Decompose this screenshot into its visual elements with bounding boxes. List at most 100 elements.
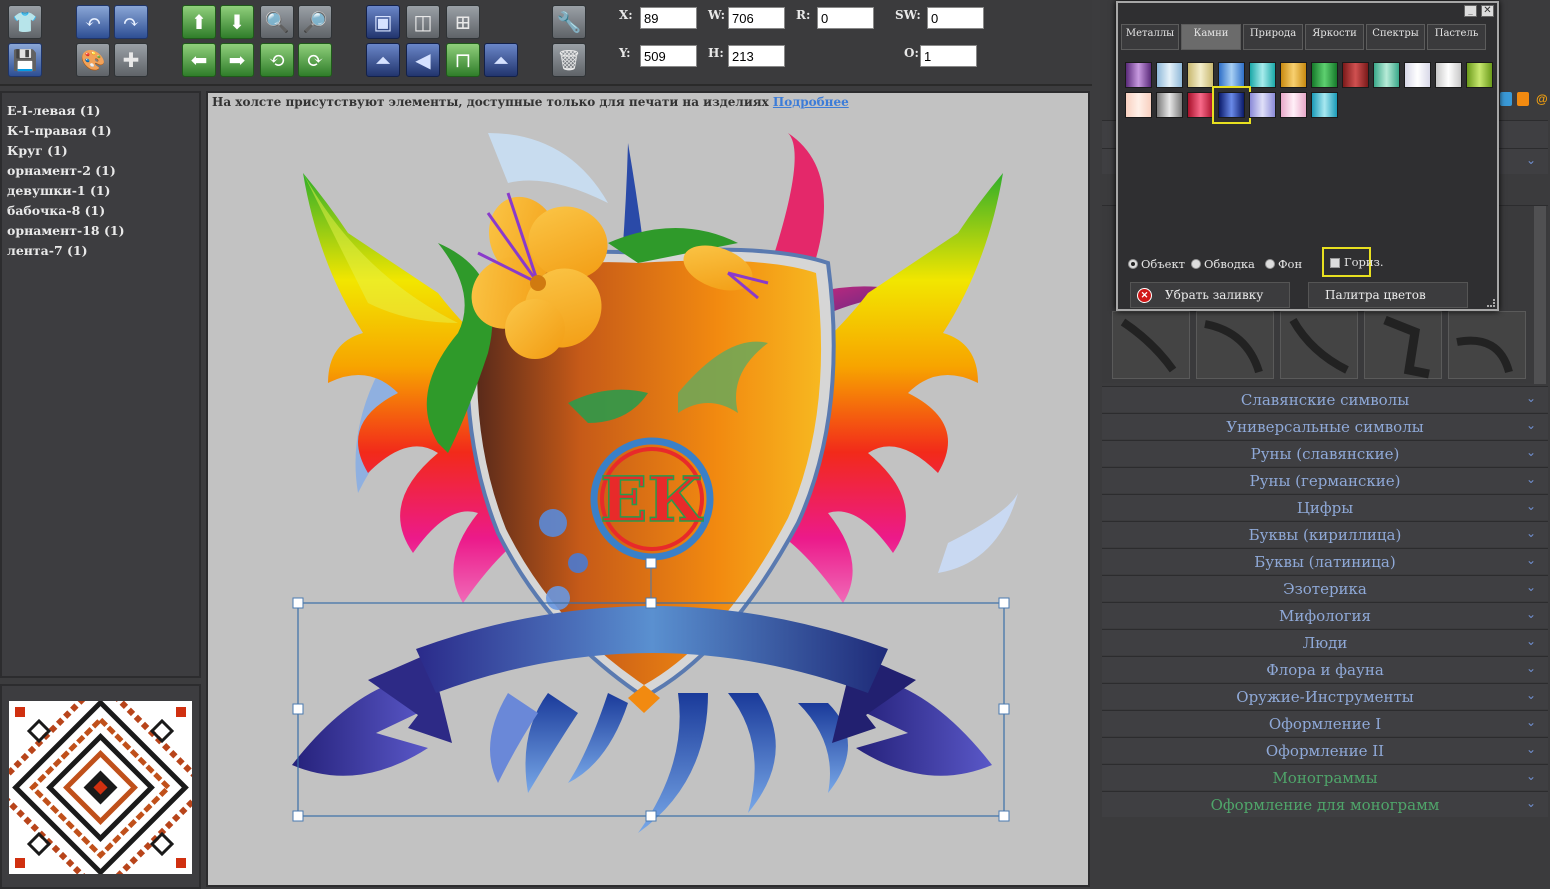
category-item[interactable]: Оформление I ⌄	[1102, 710, 1548, 736]
undo-icon[interactable]: ↶	[76, 5, 110, 39]
color-swatch[interactable]	[1187, 62, 1214, 88]
category-item[interactable]: Цифры ⌄	[1102, 494, 1548, 520]
design-canvas[interactable]: ЕК На холсте присутствуют элементы, дост…	[206, 91, 1090, 887]
layer-item[interactable]: К-I-правая (1)	[6, 121, 195, 141]
tshirt-icon[interactable]: 👕	[8, 5, 42, 39]
design-artwork[interactable]: ЕК	[208, 93, 1088, 885]
resize-handle[interactable]	[645, 810, 657, 822]
palette-icon[interactable]: 🎨	[76, 43, 110, 77]
close-icon[interactable]: ✕	[1481, 5, 1494, 17]
color-swatch[interactable]	[1435, 62, 1462, 88]
bring-forward-icon[interactable]: ▣	[366, 5, 400, 39]
color-swatch[interactable]	[1280, 62, 1307, 88]
resize-handle[interactable]	[292, 597, 304, 609]
distort-icon[interactable]: ⊓	[446, 43, 480, 77]
tools-icon[interactable]: 🔧	[552, 5, 586, 39]
palette-tab[interactable]: Природа	[1243, 24, 1303, 50]
add-element-icon[interactable]: ✚	[114, 43, 148, 77]
at-icon[interactable]: @	[1536, 92, 1548, 106]
color-swatch[interactable]	[1466, 62, 1493, 88]
resize-handle[interactable]	[998, 810, 1010, 822]
category-item[interactable]: Мифология ⌄	[1102, 602, 1548, 628]
rotation-field[interactable]	[817, 7, 874, 29]
social-icon[interactable]	[1500, 92, 1512, 106]
trash-icon[interactable]: 🗑	[552, 43, 586, 77]
ribbon-thumb[interactable]	[1448, 311, 1526, 379]
rotate-left-icon[interactable]: ⟲	[260, 43, 294, 77]
radio-dot[interactable]	[1128, 259, 1138, 269]
category-item[interactable]: Оформление для монограмм ⌄	[1102, 791, 1548, 817]
x-field[interactable]	[640, 7, 697, 29]
color-swatch[interactable]	[1249, 92, 1276, 118]
ribbon-thumb[interactable]	[1112, 311, 1190, 379]
zoom-out-icon[interactable]: 🔎	[298, 5, 332, 39]
rotate-right-icon[interactable]: ⟳	[298, 43, 332, 77]
social-icon[interactable]	[1517, 92, 1529, 106]
color-swatch[interactable]	[1125, 62, 1152, 88]
y-field[interactable]	[640, 45, 697, 67]
rotate-handle[interactable]	[645, 557, 657, 569]
color-swatch[interactable]	[1212, 86, 1251, 124]
fill-target-radio[interactable]: Объект	[1128, 257, 1185, 271]
color-swatch[interactable]	[1156, 92, 1183, 118]
color-swatch[interactable]	[1125, 92, 1152, 118]
category-item[interactable]: Универсальные символы ⌄	[1102, 413, 1548, 439]
redo-icon[interactable]: ↷	[114, 5, 148, 39]
ribbon-thumb[interactable]	[1196, 311, 1274, 379]
scrollbar[interactable]	[1534, 206, 1546, 384]
category-item[interactable]: Люди ⌄	[1102, 629, 1548, 655]
move-down-icon[interactable]: ⬇	[220, 5, 254, 39]
category-item[interactable]: Славянские символы ⌄	[1102, 386, 1548, 412]
category-item[interactable]: Оформление II ⌄	[1102, 737, 1548, 763]
more-info-link[interactable]: Подробнее	[773, 95, 849, 109]
layer-item[interactable]: орнамент-18 (1)	[6, 221, 195, 241]
width-field[interactable]	[728, 7, 785, 29]
move-up-icon[interactable]: ⬆	[182, 5, 216, 39]
resize-handle[interactable]	[998, 597, 1010, 609]
zoom-in-icon[interactable]: 🔍	[260, 5, 294, 39]
category-item[interactable]: Монограммы ⌄	[1102, 764, 1548, 790]
layer-item[interactable]: Круг (1)	[6, 141, 195, 161]
resize-handle[interactable]	[292, 703, 304, 715]
minimize-icon[interactable]: _	[1464, 5, 1477, 17]
palette-tab[interactable]: Яркости	[1305, 24, 1364, 50]
remove-fill-button[interactable]: ✕ Убрать заливку	[1130, 282, 1290, 308]
horizontal-toggle[interactable]: Гориз.	[1322, 247, 1384, 277]
flip-vertical-icon[interactable]: ⏶	[366, 43, 400, 77]
color-swatch[interactable]	[1342, 62, 1369, 88]
layer-item[interactable]: лента-7 (1)	[6, 241, 195, 261]
horizontal-checkbox[interactable]	[1330, 258, 1340, 268]
palette-tab[interactable]: Спектры	[1366, 24, 1425, 50]
radio-dot[interactable]	[1191, 259, 1201, 269]
color-swatch[interactable]	[1404, 62, 1431, 88]
color-swatch[interactable]	[1156, 62, 1183, 88]
color-swatch[interactable]	[1311, 62, 1338, 88]
resize-handle[interactable]	[998, 703, 1010, 715]
layer-item[interactable]: орнамент-2 (1)	[6, 161, 195, 181]
chevron-down-icon[interactable]: ⌄	[1526, 153, 1536, 167]
stroke-width-field[interactable]	[927, 7, 984, 29]
palette-tab[interactable]: Пастель	[1427, 24, 1486, 50]
layer-item[interactable]: Е-I-левая (1)	[6, 101, 195, 121]
category-item[interactable]: Флора и фауна ⌄	[1102, 656, 1548, 682]
resize-handle[interactable]	[645, 597, 657, 609]
color-swatch[interactable]	[1187, 92, 1214, 118]
send-backward-icon[interactable]: ◫	[406, 5, 440, 39]
category-item[interactable]: Буквы (кириллица) ⌄	[1102, 521, 1548, 547]
category-item[interactable]: Эзотерика ⌄	[1102, 575, 1548, 601]
skew-icon[interactable]: ⏶	[484, 43, 518, 77]
palette-tab[interactable]: Металлы	[1121, 24, 1179, 50]
radio-dot[interactable]	[1265, 259, 1275, 269]
color-swatch[interactable]	[1249, 62, 1276, 88]
move-left-icon[interactable]: ⬅	[182, 43, 216, 77]
category-item[interactable]: Буквы (латиница) ⌄	[1102, 548, 1548, 574]
align-center-icon[interactable]: ⊞	[446, 5, 480, 39]
palette-tab[interactable]: Камни	[1181, 24, 1241, 50]
move-right-icon[interactable]: ➡	[220, 43, 254, 77]
fill-target-radio[interactable]: Фон	[1265, 257, 1302, 271]
height-field[interactable]	[728, 45, 785, 67]
ribbon-thumb[interactable]	[1280, 311, 1358, 379]
category-item[interactable]: Руны (славянские) ⌄	[1102, 440, 1548, 466]
color-swatch[interactable]	[1218, 62, 1245, 88]
color-swatch[interactable]	[1311, 92, 1338, 118]
